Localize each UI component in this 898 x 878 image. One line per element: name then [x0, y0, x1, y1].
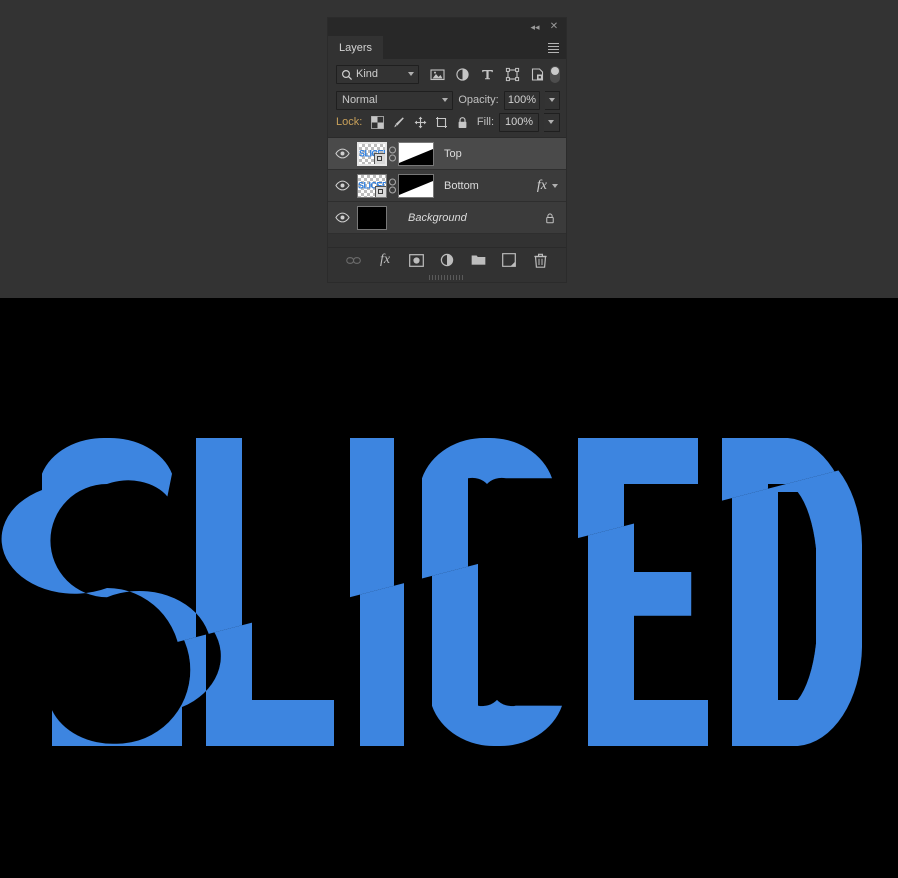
image-icon[interactable] — [430, 67, 445, 82]
layer-row-background[interactable]: Background — [328, 202, 566, 234]
opacity-stepper[interactable] — [545, 90, 560, 110]
layer-thumbnail[interactable] — [357, 205, 387, 230]
blend-mode-select[interactable]: Normal — [336, 90, 454, 110]
new-adjustment-layer-button[interactable] — [439, 252, 456, 269]
tab-layers[interactable]: Layers — [328, 36, 384, 59]
move-arrows-icon[interactable] — [414, 115, 427, 129]
layer-visibility-eye-icon[interactable] — [328, 148, 357, 159]
link-layers-button — [346, 252, 363, 269]
tab-layers-label: Layers — [339, 41, 373, 54]
opacity-input[interactable]: 100% — [503, 90, 541, 110]
checkerboard-icon[interactable] — [371, 115, 385, 129]
fill-input[interactable]: 100% — [499, 112, 540, 132]
smart-object-badge-icon — [375, 185, 386, 197]
layer-mask-thumbnail[interactable] — [398, 141, 434, 166]
layer-name-label[interactable]: Background — [398, 212, 544, 224]
new-group-button[interactable] — [470, 252, 487, 269]
search-icon — [341, 69, 353, 80]
layer-visibility-eye-icon[interactable] — [328, 180, 357, 191]
layer-thumbnail[interactable]: SLICED — [357, 173, 387, 198]
artboard-icon[interactable] — [435, 115, 448, 129]
mask-link-icon[interactable] — [387, 145, 398, 162]
delete-layer-button[interactable] — [532, 252, 549, 269]
smart-object-icon[interactable] — [530, 67, 545, 82]
filter-type-buttons — [430, 67, 545, 82]
smart-object-badge-icon — [374, 152, 385, 164]
chevron-down-icon[interactable] — [552, 183, 558, 188]
filter-kind-select[interactable]: Kind — [336, 64, 420, 84]
lock-label: Lock: — [336, 116, 363, 128]
panel-resize-grip[interactable] — [429, 275, 465, 280]
layer-mask-thumbnail[interactable] — [398, 173, 434, 198]
blend-mode-value: Normal — [342, 94, 378, 106]
panel-titlebar: ◂◂ ✕ — [328, 18, 566, 36]
fill-label: Fill: — [476, 116, 495, 128]
brush-icon[interactable] — [392, 115, 405, 129]
layer-list[interactable]: SLICED Top SLICED Bottom fx Background — [328, 137, 566, 234]
chevron-down-icon — [442, 98, 449, 102]
document-canvas[interactable] — [0, 298, 898, 878]
filter-enable-toggle[interactable] — [550, 65, 560, 83]
new-layer-button[interactable] — [501, 252, 518, 269]
lock-row: Lock: Fill: 100% — [328, 111, 566, 133]
layer-visibility-eye-icon[interactable] — [328, 212, 357, 223]
layer-thumbnail[interactable]: SLICED — [357, 141, 387, 166]
layer-effects-indicator[interactable]: fx — [537, 178, 566, 194]
close-icon[interactable]: ✕ — [545, 18, 563, 36]
add-layer-style-button[interactable]: fx — [377, 252, 394, 269]
type-t-icon[interactable] — [480, 67, 495, 82]
sliced-text-artwork — [0, 298, 898, 878]
layer-row-bottom[interactable]: SLICED Bottom fx — [328, 170, 566, 202]
padlock-icon[interactable] — [456, 115, 469, 129]
filter-kind-label: Kind — [356, 68, 379, 80]
layer-row-top[interactable]: SLICED Top — [328, 138, 566, 170]
fx-icon: fx — [536, 177, 547, 193]
shape-icon[interactable] — [505, 67, 520, 82]
fill-stepper[interactable] — [544, 112, 561, 132]
layer-filter-row: Kind — [328, 59, 566, 89]
layer-locked-padlock-icon — [544, 212, 566, 224]
add-layer-mask-button[interactable] — [408, 252, 425, 269]
opacity-label: Opacity: — [458, 94, 499, 106]
panel-tabstrip: Layers — [328, 36, 566, 59]
panel-menu-icon[interactable] — [544, 36, 562, 59]
collapse-double-chevron-icon[interactable]: ◂◂ — [526, 18, 544, 36]
mask-link-icon[interactable] — [387, 177, 398, 194]
blend-mode-row: Normal Opacity: 100% — [328, 89, 566, 111]
chevron-down-icon — [408, 72, 415, 76]
photoshop-workspace: ◂◂ ✕ Layers Kind Normal Opacity: 100% Lo… — [0, 0, 898, 878]
layer-name-label[interactable]: Bottom — [434, 180, 537, 192]
layers-panel[interactable]: ◂◂ ✕ Layers Kind Normal Opacity: 100% Lo… — [328, 18, 566, 282]
layers-panel-footer: fx — [328, 247, 566, 272]
adjustment-half-circle-icon[interactable] — [455, 67, 470, 82]
layer-name-label[interactable]: Top — [434, 148, 566, 160]
